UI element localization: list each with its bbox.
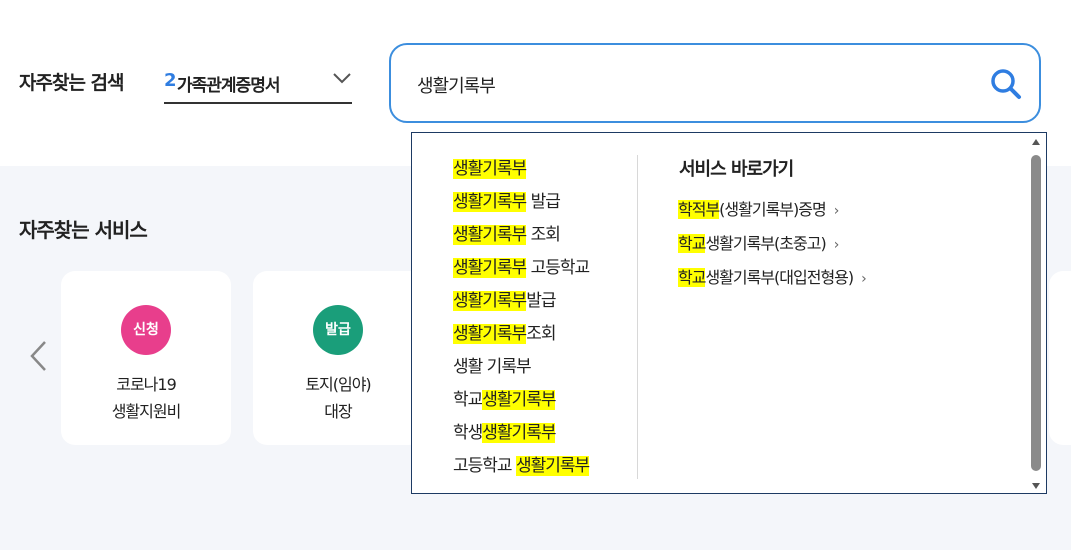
- dropdown-scrollbar[interactable]: [1030, 139, 1042, 489]
- search-box: [389, 43, 1041, 123]
- chevron-right-icon: ›: [833, 203, 840, 219]
- chevron-right-icon: ›: [861, 271, 867, 287]
- service-shortcut-link[interactable]: 학교생활기록부(초중고) ›: [678, 227, 866, 261]
- frequent-search-label: 자주찾는 검색: [19, 72, 124, 94]
- service-shortcut-list: 학적부(생활기록부)증명 › 학교생활기록부(초중고) › 학교생활기록부(대입전형…: [678, 193, 867, 295]
- suggestion-item[interactable]: 생활기록부조회: [453, 318, 589, 351]
- suggestion-item[interactable]: 생활기록부 발급: [453, 186, 589, 219]
- service-shortcut-link[interactable]: 학교생활기록부(대입전형용) ›: [678, 261, 867, 295]
- suggestion-item[interactable]: 학교생활기록부: [453, 384, 589, 417]
- select-value: 가족관계증명서: [177, 76, 280, 96]
- chevron-down-icon: [333, 73, 351, 84]
- service-card-line1: 코로나19: [116, 375, 177, 394]
- service-card-line2: 대장: [324, 402, 352, 421]
- service-card[interactable]: 신청 코로나19 생활지원비: [61, 271, 231, 445]
- issue-badge: 발급: [313, 305, 363, 355]
- service-card-label: 토지(임야) 대장: [253, 371, 423, 425]
- scroll-thumb[interactable]: [1031, 155, 1041, 471]
- suggestion-list: 생활기록부 생활기록부 발급 생활기록부 조회 생활기록부 고등학교 생활기록부…: [453, 153, 590, 483]
- service-shortcut-title: 서비스 바로가기: [679, 159, 794, 180]
- frequent-search-select[interactable]: 2 가족관계증명서: [164, 62, 352, 104]
- suggestion-item[interactable]: 생활기록부 고등학교: [453, 252, 590, 285]
- search-input[interactable]: [417, 71, 937, 99]
- autocomplete-dropdown: 생활기록부 생활기록부 발급 생활기록부 조회 생활기록부 고등학교 생활기록부…: [411, 132, 1047, 494]
- apply-badge: 신청: [121, 305, 171, 355]
- service-card[interactable]: 발급 토지(임야) 대장: [253, 271, 423, 445]
- scroll-down-arrow-icon[interactable]: [1032, 483, 1040, 489]
- suggestion-item[interactable]: 생활기록부발급: [453, 285, 589, 318]
- scroll-up-arrow-icon[interactable]: [1032, 139, 1040, 145]
- select-rank-number: 2: [164, 70, 177, 91]
- search-icon[interactable]: [989, 67, 1023, 101]
- chevron-left-icon[interactable]: [28, 340, 48, 372]
- dropdown-divider: [637, 155, 638, 479]
- service-card-line2: 생활지원비: [111, 402, 182, 421]
- suggestion-item[interactable]: 학생생활기록부: [453, 417, 589, 450]
- service-card-partial[interactable]: [1049, 271, 1071, 445]
- suggestion-item[interactable]: 생활 기록부: [453, 351, 589, 384]
- service-shortcut-link[interactable]: 학적부(생활기록부)증명 ›: [678, 193, 866, 227]
- suggestion-item[interactable]: 생활기록부 조회: [453, 219, 589, 252]
- frequent-services-title: 자주찾는 서비스: [19, 218, 148, 242]
- service-card-line1: 토지(임야): [305, 375, 371, 394]
- chevron-right-icon: ›: [833, 237, 840, 253]
- service-card-label: 코로나19 생활지원비: [61, 371, 231, 425]
- suggestion-item[interactable]: 생활기록부: [453, 153, 589, 186]
- suggestion-item[interactable]: 고등학교 생활기록부: [453, 450, 590, 483]
